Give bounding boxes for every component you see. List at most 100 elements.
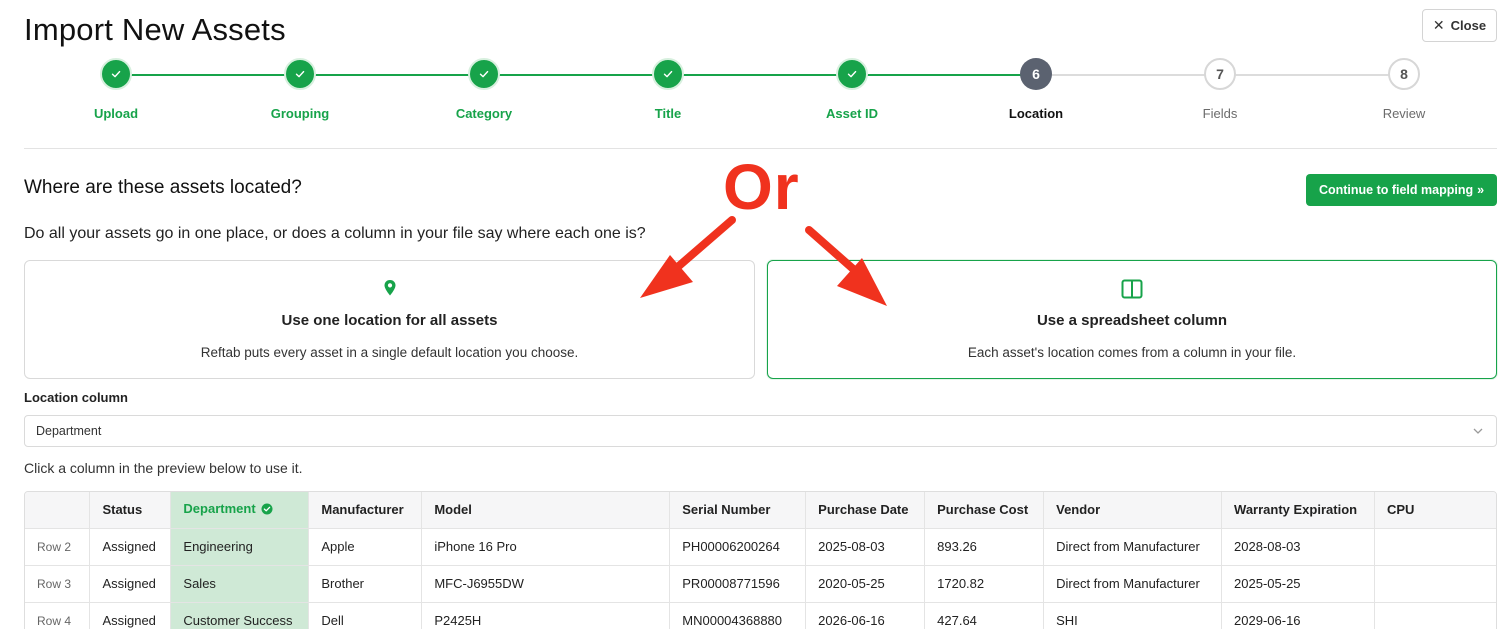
option-description: Reftab puts every asset in a single defa… [200, 345, 579, 360]
row-number: Row 2 [25, 528, 91, 566]
step-category[interactable]: Category [414, 58, 554, 121]
column-header-purchase-date[interactable]: Purchase Date [805, 492, 926, 529]
column-header-cpu[interactable]: CPU [1374, 492, 1496, 529]
table-cell[interactable]: Customer Success [170, 602, 310, 629]
table-cell[interactable]: MN00004368880 [669, 602, 807, 629]
continue-label: Continue to field mapping [1318, 183, 1474, 197]
table-cell[interactable]: 427.64 [924, 602, 1045, 629]
table-cell[interactable]: Brother [308, 565, 423, 603]
table-cell[interactable]: P2425H [421, 602, 671, 629]
close-button[interactable]: ✕ Close [1422, 9, 1497, 42]
table-header-row: Status Department Manufacturer Model Ser… [25, 492, 1496, 529]
column-header-model[interactable]: Model [421, 492, 671, 529]
table-cell[interactable]: SHI [1043, 602, 1223, 629]
table-cell[interactable]: Engineering [170, 528, 310, 566]
column-header-label: Manufacturer [321, 502, 404, 518]
table-cell[interactable]: PR00008771596 [669, 565, 807, 603]
column-header-status[interactable]: Status [89, 492, 172, 529]
step-fields[interactable]: 7 Fields [1150, 58, 1290, 121]
step-number: 7 [1204, 58, 1236, 90]
column-header-row-number [25, 492, 91, 529]
step-label: Review [1382, 106, 1426, 121]
chevron-down-icon [1473, 428, 1483, 434]
divider [24, 148, 1497, 149]
progress-stepper: Upload Grouping Category Title Asset ID … [0, 58, 1509, 128]
close-icon: ✕ [1432, 17, 1445, 33]
select-value: Department [36, 424, 102, 438]
step-location[interactable]: 6 Location [966, 58, 1106, 121]
table-cell[interactable] [1374, 528, 1496, 566]
annotation-arrow-right [805, 226, 887, 306]
table-cell[interactable]: Dell [308, 602, 423, 629]
step-grouping[interactable]: Grouping [230, 58, 370, 121]
table-cell[interactable]: Assigned [89, 565, 172, 603]
table-cell[interactable]: 2025-05-25 [1221, 565, 1375, 603]
table-row: Row 4 Assigned Customer Success Dell P24… [25, 602, 1496, 629]
row-number: Row 3 [25, 565, 91, 603]
table-cell[interactable]: PH00006200264 [669, 528, 807, 566]
check-icon [652, 58, 684, 90]
check-circle-icon [261, 503, 273, 518]
table-cell[interactable]: Apple [308, 528, 423, 566]
column-header-label: Vendor [1056, 502, 1101, 518]
table-cell[interactable] [1374, 565, 1496, 603]
table-row: Row 3 Assigned Sales Brother MFC-J6955DW… [25, 565, 1496, 603]
table-cell[interactable]: MFC-J6955DW [421, 565, 671, 603]
column-header-department[interactable]: Department [170, 492, 310, 529]
table-cell[interactable]: iPhone 16 Pro [421, 528, 671, 566]
table-cell[interactable]: Direct from Manufacturer [1043, 528, 1223, 566]
column-header-label: CPU [1386, 502, 1415, 518]
column-header-label: Serial Number [682, 502, 771, 518]
step-asset-id[interactable]: Asset ID [782, 58, 922, 121]
step-number: 8 [1388, 58, 1420, 90]
column-header-vendor[interactable]: Vendor [1043, 492, 1223, 529]
continue-button[interactable]: Continue to field mapping » [1306, 174, 1497, 206]
table-cell[interactable]: 2026-06-16 [805, 602, 926, 629]
location-column-label: Location column [24, 390, 128, 405]
option-title: Use one location for all assets [281, 312, 498, 329]
table-cell[interactable]: Sales [170, 565, 310, 603]
column-header-serial-number[interactable]: Serial Number [669, 492, 807, 529]
step-upload[interactable]: Upload [46, 58, 186, 121]
table-cell[interactable] [1374, 602, 1496, 629]
column-header-label: Model [434, 502, 472, 518]
check-icon [836, 58, 868, 90]
table-row: Row 2 Assigned Engineering Apple iPhone … [25, 528, 1496, 566]
step-label: Fields [1202, 106, 1238, 121]
step-label: Grouping [270, 106, 330, 121]
row-number: Row 4 [25, 602, 91, 629]
double-chevron-right-icon: » [1477, 183, 1485, 197]
step-label: Upload [93, 106, 139, 121]
column-header-warranty-expiration[interactable]: Warranty Expiration [1221, 492, 1375, 529]
table-cell[interactable]: 893.26 [924, 528, 1045, 566]
column-header-label: Purchase Date [818, 502, 909, 518]
column-header-label: Purchase Cost [937, 502, 1029, 518]
step-label: Category [455, 106, 513, 121]
close-label: Close [1450, 18, 1487, 33]
table-cell[interactable]: 2029-06-16 [1221, 602, 1375, 629]
column-header-label: Status [102, 502, 143, 518]
location-column-select[interactable]: Department [24, 415, 1497, 447]
column-header-manufacturer[interactable]: Manufacturer [308, 492, 423, 529]
table-cell[interactable]: 2020-05-25 [805, 565, 926, 603]
table-cell[interactable]: Direct from Manufacturer [1043, 565, 1223, 603]
preview-hint: Click a column in the preview below to u… [24, 460, 303, 476]
column-header-label: Warranty Expiration [1234, 502, 1358, 518]
step-label: Location [1008, 106, 1064, 121]
location-question: Do all your assets go in one place, or d… [24, 225, 646, 242]
step-label: Title [654, 106, 682, 121]
table-cell[interactable]: 1720.82 [924, 565, 1045, 603]
table-cell[interactable]: Assigned [89, 528, 172, 566]
step-review[interactable]: 8 Review [1334, 58, 1474, 121]
table-cell[interactable]: 2025-08-03 [805, 528, 926, 566]
step-title[interactable]: Title [598, 58, 738, 121]
section-title: Where are these assets located? [24, 177, 302, 198]
table-cell[interactable]: Assigned [89, 602, 172, 629]
annotation-arrow-left [640, 216, 736, 298]
table-cell[interactable]: 2028-08-03 [1221, 528, 1375, 566]
page-title: Import New Assets [24, 12, 286, 47]
column-header-label: Department [183, 501, 256, 517]
preview-table: Status Department Manufacturer Model Ser… [24, 491, 1497, 629]
check-icon [284, 58, 316, 90]
column-header-purchase-cost[interactable]: Purchase Cost [924, 492, 1045, 529]
